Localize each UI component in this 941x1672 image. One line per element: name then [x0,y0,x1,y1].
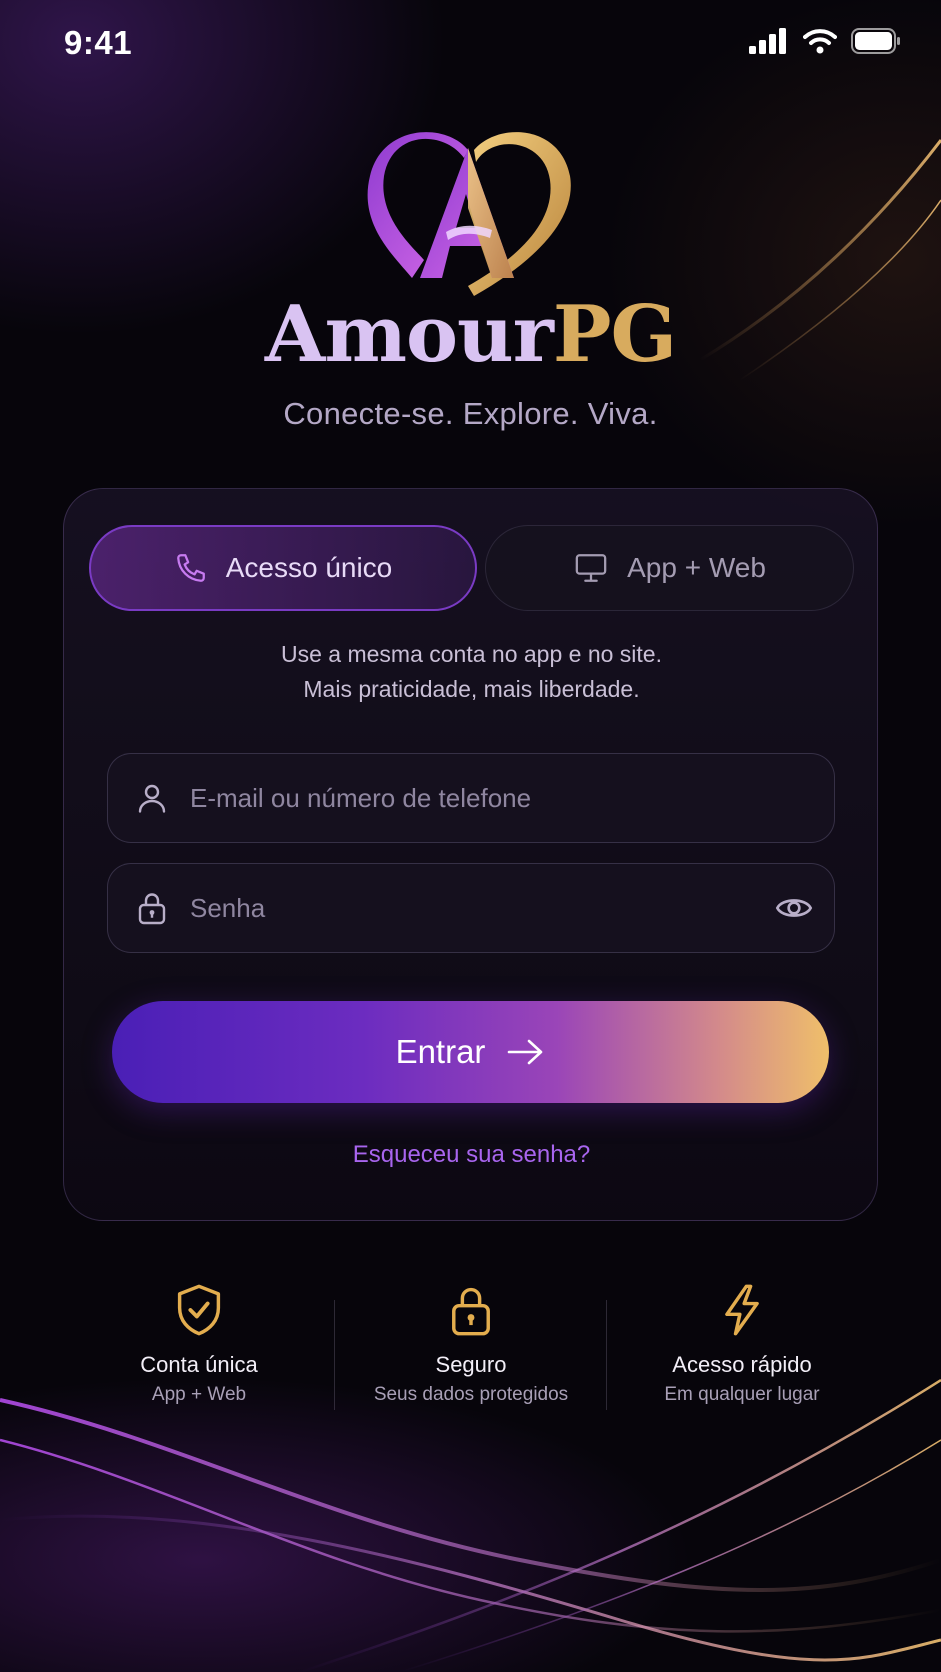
feature-title: Seguro [435,1352,507,1377]
forgot-password-link[interactable]: Esqueceu sua senha? [64,1141,879,1169]
eye-icon[interactable] [774,888,814,928]
feature-acesso-rapido: Acesso rápido Em qualquer lugar [606,1276,878,1416]
status-bar: 9:41 [0,0,941,90]
lock-icon [452,1287,490,1336]
feature-highlights: Conta única App + Web Seguro Seus dados … [63,1276,878,1416]
password-input[interactable] [190,864,774,952]
brand-name: AmourPG [0,290,941,380]
heart-a-logo-icon [367,132,571,296]
status-time: 9:41 [64,24,133,61]
tab-app-web-label: App + Web [627,552,766,583]
signal-icon [749,28,786,54]
status-icons [749,28,901,54]
battery-icon [851,28,900,54]
card-description: Use a mesma conta no app e no site. Mais… [64,637,879,707]
tab-acesso-unico-label: Acesso único [225,552,393,583]
feature-seguro: Seguro Seus dados protegidos [335,1276,607,1416]
tab-acesso-unico[interactable]: Acesso único [89,525,477,611]
feature-subtitle: App + Web [151,1384,247,1405]
email-input[interactable] [190,754,834,842]
brand-name-part1: Amour [264,289,554,380]
description-line-2: Mais praticidade, mais liberdade. [303,676,640,702]
entrar-button-label: Entrar [395,1033,486,1070]
entrar-button[interactable]: Entrar [112,1001,829,1103]
tab-app-web[interactable]: App + Web [485,525,854,611]
phone-icon [176,554,205,582]
feature-conta-unica: Conta única App + Web [63,1276,335,1416]
email-field [107,753,835,843]
tagline: Conecte-se. Explore. Viva. [283,396,658,431]
description-line-1: Use a mesma conta no app e no site. [281,641,662,667]
password-field [107,863,835,953]
monitor-icon [575,554,607,582]
lightning-icon [725,1284,759,1336]
login-card: Acesso único App + Web Use a mesma conta… [63,488,878,1221]
brand-name-part2: PG [552,289,677,380]
arrow-right-icon [508,1039,543,1065]
feature-title: Conta única [140,1352,258,1377]
wifi-icon [803,29,837,54]
access-tabs: Acesso único App + Web [89,525,854,611]
shield-check-icon [177,1284,221,1336]
lock-icon [138,893,166,925]
feature-title: Acesso rápido [672,1352,812,1377]
feature-subtitle: Seus dados protegidos [373,1384,569,1405]
feature-subtitle: Em qualquer lugar [664,1384,820,1405]
login-screen: 9:41 AmourPG Conecte-se. Explore. Viva. … [0,0,941,1672]
user-icon [138,784,166,813]
